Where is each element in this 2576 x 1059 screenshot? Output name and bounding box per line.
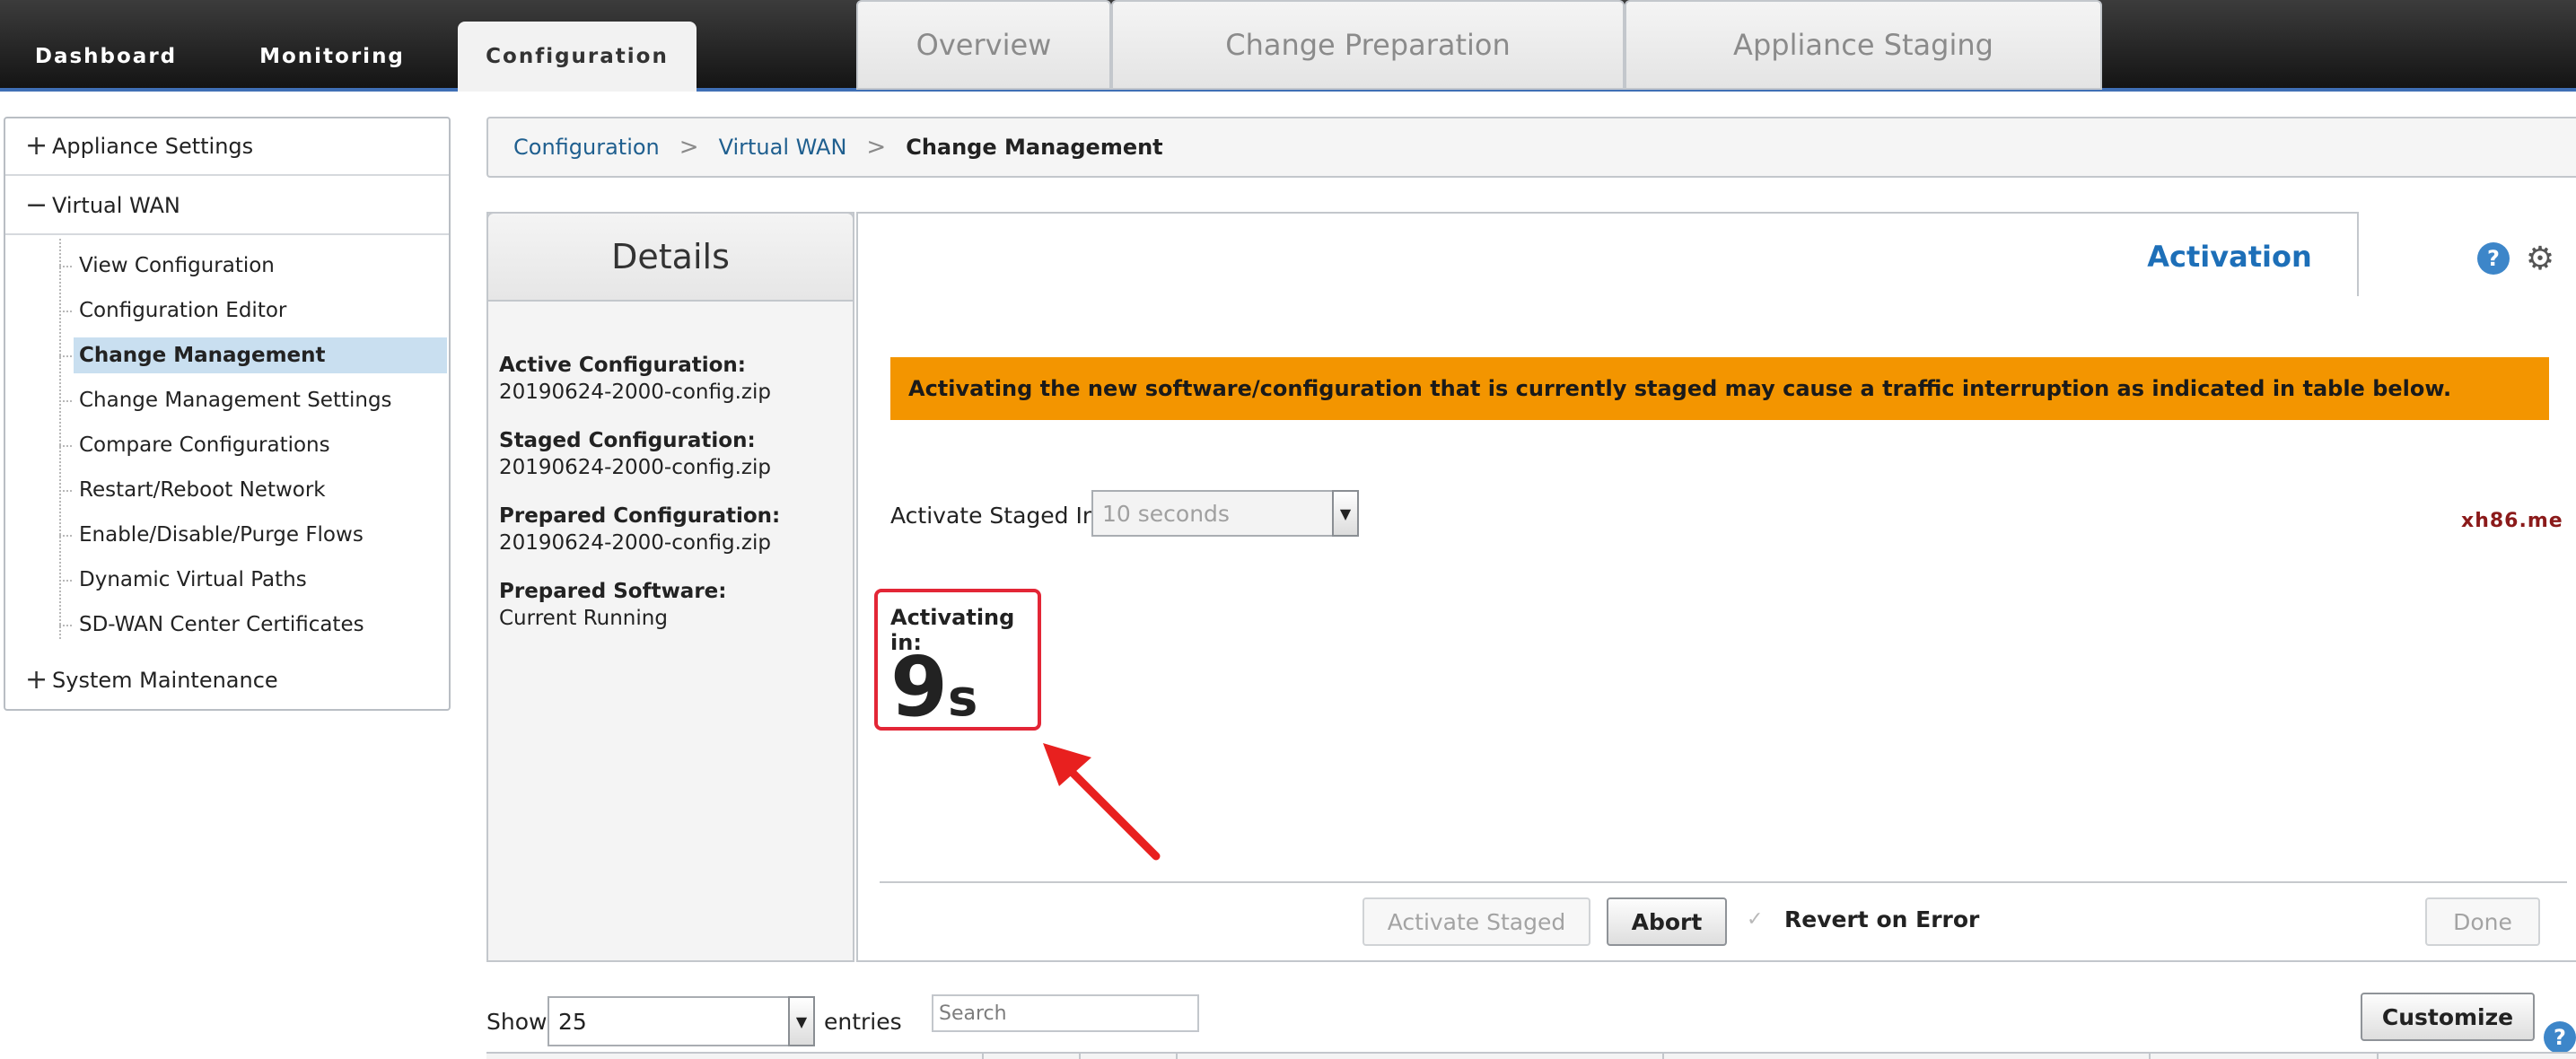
countdown-value: 9s (890, 646, 977, 740)
detail-label: Prepared Software: (499, 580, 727, 603)
chevron-right-icon: > (679, 134, 699, 161)
entries-value: 25 (558, 1008, 587, 1035)
detail-active-configuration: Active Configuration: 20190624-2000-conf… (499, 352, 771, 406)
top-tab-monitoring[interactable]: Monitoring (233, 22, 431, 92)
sidebar-group-appliance-settings[interactable]: + Appliance Settings (5, 118, 449, 176)
panel-divider (880, 881, 2567, 883)
done-button[interactable]: Done (2425, 897, 2540, 946)
annotation-arrow-shaft (1056, 757, 1161, 861)
detail-prepared-software: Prepared Software: Current Running (499, 578, 726, 632)
details-panel: Details Active Configuration: 20190624-2… (486, 212, 854, 962)
traffic-interruption-warning: Activating the new software/configuratio… (890, 357, 2549, 420)
tab-overview[interactable]: Overview (856, 0, 1111, 90)
detail-label: Active Configuration: (499, 354, 746, 377)
table-column-separator (1079, 1054, 1081, 1059)
detail-prepared-configuration: Prepared Configuration: 20190624-2000-co… (499, 503, 780, 556)
breadcrumb-virtual-wan[interactable]: Virtual WAN (719, 135, 847, 160)
sidebar-item-change-management[interactable]: Change Management (59, 337, 447, 373)
expand-icon: + (25, 130, 48, 162)
sidebar-item-view-configuration[interactable]: View Configuration (59, 248, 447, 284)
countdown-unit: s (948, 670, 978, 728)
collapse-icon: − (25, 189, 48, 221)
entries-per-page-select[interactable]: 25 ▼ (548, 996, 815, 1046)
detail-value: 20190624-2000-config.zip (499, 381, 771, 404)
table-column-separator (982, 1054, 984, 1059)
show-label: Show (486, 1009, 548, 1035)
chevron-right-icon: > (866, 134, 887, 161)
detail-label: Prepared Configuration: (499, 504, 781, 528)
activation-countdown: Activating in: 9s (874, 589, 1041, 731)
table-header-edge (486, 1052, 2576, 1059)
search-input[interactable] (932, 994, 1199, 1032)
select-value: 10 seconds (1102, 500, 1230, 527)
detail-value: 20190624-2000-config.zip (499, 531, 771, 555)
detail-value: 20190624-2000-config.zip (499, 456, 771, 479)
detail-staged-configuration: Staged Configuration: 20190624-2000-conf… (499, 427, 771, 481)
help-icon[interactable]: ? (2477, 242, 2510, 275)
detail-value: Current Running (499, 607, 668, 630)
annotation-arrow-icon (1043, 743, 1161, 861)
table-column-separator (1176, 1054, 1178, 1059)
countdown-number: 9 (890, 639, 949, 735)
top-tab-dashboard[interactable]: Dashboard (7, 22, 205, 92)
breadcrumb: Configuration > Virtual WAN > Change Man… (486, 117, 2576, 178)
top-tab-configuration[interactable]: Configuration (458, 22, 697, 92)
sidebar-item-compare-configurations[interactable]: Compare Configurations (59, 427, 447, 463)
activate-staged-in-label: Activate Staged In: (890, 502, 1105, 529)
activate-staged-button[interactable]: Activate Staged (1362, 897, 1590, 946)
breadcrumb-configuration[interactable]: Configuration (513, 135, 660, 160)
help-icon[interactable]: ? (2544, 1021, 2576, 1054)
sidebar-group-label: System Maintenance (52, 668, 278, 693)
sidebar-group-system-maintenance[interactable]: + System Maintenance (5, 652, 449, 709)
sidebar: + Appliance Settings − Virtual WAN View … (4, 117, 451, 711)
sidebar-item-change-management-settings[interactable]: Change Management Settings (59, 382, 447, 418)
customize-button[interactable]: Customize (2361, 993, 2535, 1041)
sidebar-item-dynamic-virtual-paths[interactable]: Dynamic Virtual Paths (59, 562, 447, 598)
table-column-separator (2377, 1054, 2379, 1059)
sidebar-item-enable-disable-purge-flows[interactable]: Enable/Disable/Purge Flows (59, 517, 447, 553)
sidebar-group-virtual-wan[interactable]: − Virtual WAN (5, 178, 449, 235)
tab-change-preparation[interactable]: Change Preparation (1111, 0, 1625, 90)
gear-icon[interactable]: ⚙ (2522, 241, 2558, 277)
sidebar-item-restart-reboot-network[interactable]: Restart/Reboot Network (59, 472, 447, 508)
entries-label: entries (824, 1009, 902, 1035)
dropdown-arrow-icon[interactable]: ▼ (1332, 490, 1359, 537)
revert-on-error-checkbox[interactable]: ✓ (1747, 908, 1763, 931)
tab-activation[interactable]: Activation (2102, 215, 2357, 298)
activate-staged-in-select[interactable]: 10 seconds ▼ (1091, 490, 1359, 537)
table-column-separator (1662, 1054, 1664, 1059)
revert-on-error-label: Revert on Error (1784, 906, 1980, 932)
detail-label: Staged Configuration: (499, 429, 756, 452)
tab-appliance-staging[interactable]: Appliance Staging (1625, 0, 2102, 90)
breadcrumb-change-management: Change Management (906, 135, 1163, 160)
watermark-text: xh86.me (2461, 510, 2563, 532)
expand-icon: + (25, 664, 48, 696)
sidebar-item-sd-wan-center-certificates[interactable]: SD-WAN Center Certificates (59, 607, 447, 643)
sidebar-item-configuration-editor[interactable]: Configuration Editor (59, 293, 447, 328)
sidebar-group-label: Virtual WAN (52, 193, 180, 218)
sidebar-group-label: Appliance Settings (52, 134, 254, 159)
abort-button[interactable]: Abort (1607, 897, 1727, 946)
dropdown-arrow-icon[interactable]: ▼ (788, 996, 815, 1046)
table-column-separator (2149, 1054, 2151, 1059)
details-title: Details (486, 212, 854, 302)
